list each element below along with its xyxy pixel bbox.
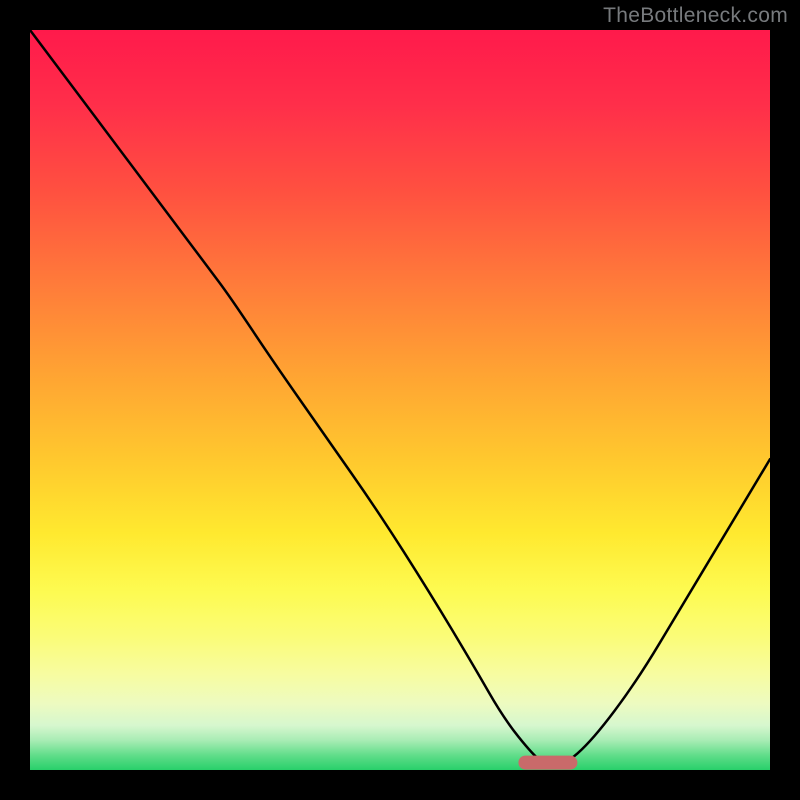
optimal-marker xyxy=(518,755,577,770)
bottleneck-curve xyxy=(30,30,770,770)
chart-frame: TheBottleneck.com xyxy=(0,0,800,800)
watermark-text: TheBottleneck.com xyxy=(603,4,788,28)
plot-area xyxy=(30,30,770,770)
